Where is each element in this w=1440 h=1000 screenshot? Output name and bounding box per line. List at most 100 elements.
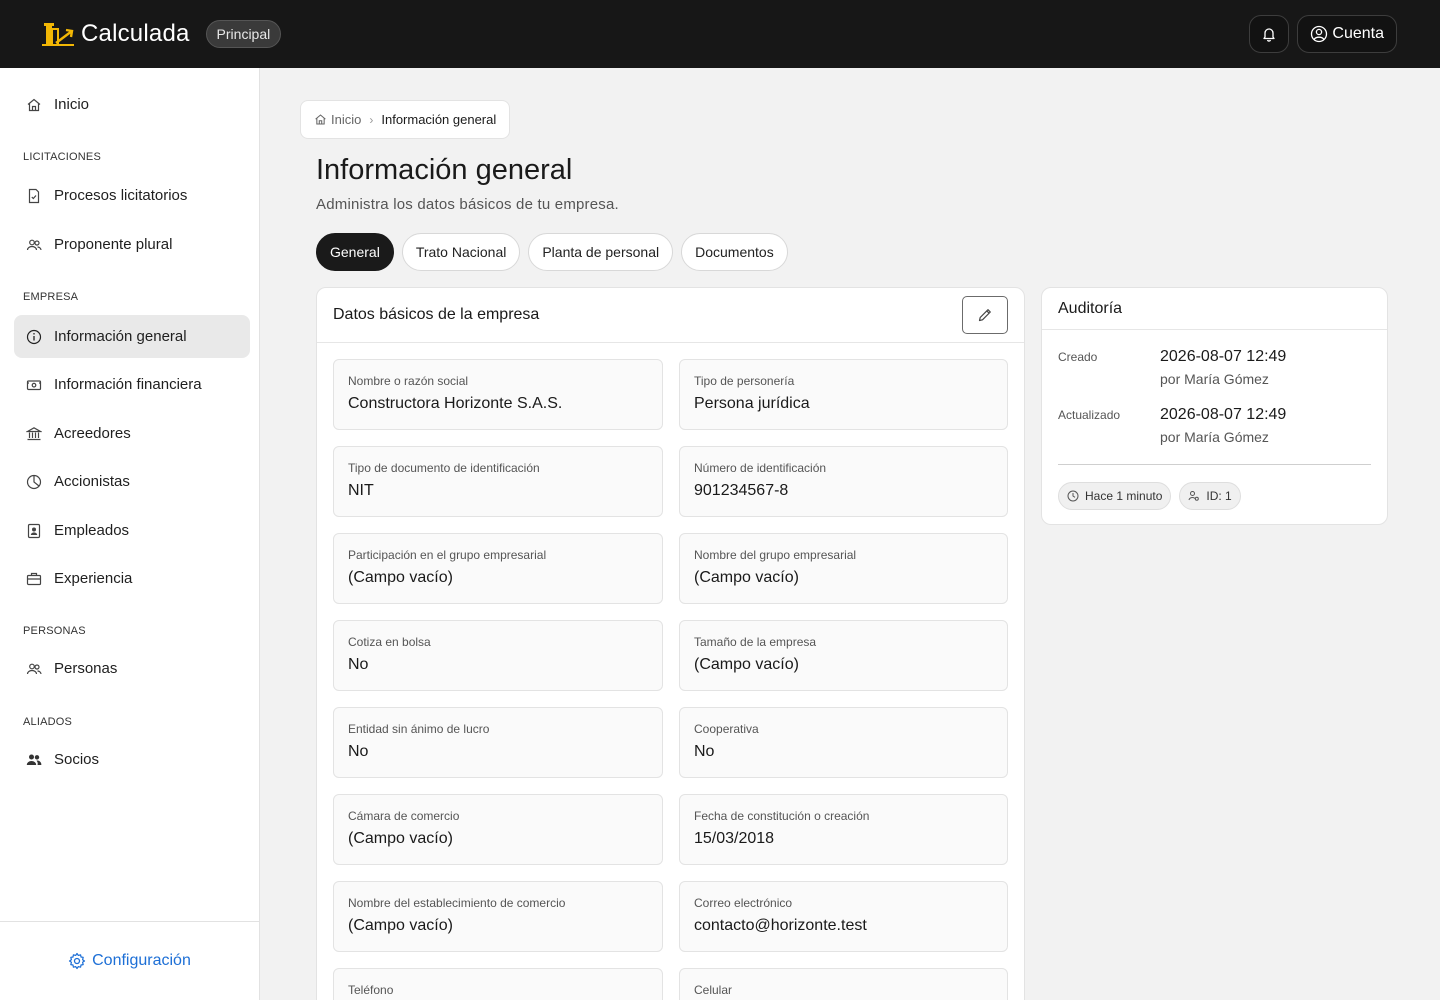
sidebar-item-label: Experiencia [54, 570, 133, 587]
field-label: Tipo de documento de identificación [348, 461, 540, 475]
sidebar-item-procesos-licitatorios[interactable]: Procesos licitatorios [14, 174, 250, 217]
user-circle-icon [1311, 25, 1328, 43]
field-value: No [694, 743, 715, 760]
brand[interactable]: Calculada [42, 20, 190, 48]
section-personas: PERSONAS [23, 625, 86, 637]
audit-created: Creado 2026-08-07 12:49 por María Gómez [1058, 348, 1286, 387]
sidebar-item-label: Inicio [54, 96, 90, 113]
field-label: Tamaño de la empresa [694, 635, 817, 649]
field-participacion-grupo: Participación en el grupo empresarial (Ca… [333, 533, 663, 604]
settings-label: Configuración [92, 952, 191, 969]
account-button[interactable]: Cuenta [1297, 15, 1397, 53]
settings-link[interactable]: Configuración [0, 921, 259, 1000]
field-nombre-razon-social: Nombre o razón social Constructora Horizo… [333, 359, 663, 430]
field-value: 901234567-8 [694, 482, 789, 499]
field-value: (Campo vacío) [694, 656, 799, 673]
sidebar-item-empleados[interactable]: Empleados [14, 509, 250, 552]
document-check-icon [26, 188, 42, 204]
app-name: Calculada [81, 20, 190, 47]
field-label: Nombre del establecimiento de comercio [348, 896, 566, 910]
sidebar: Inicio LICITACIONES Procesos licitatorio… [0, 68, 260, 1000]
field-value: (Campo vacío) [348, 569, 453, 586]
user-key-icon [1188, 491, 1200, 501]
section-empresa: EMPRESA [23, 291, 79, 303]
field-label: Nombre del grupo empresarial [694, 548, 857, 562]
field-value: No [348, 656, 369, 673]
home-icon [26, 97, 42, 113]
sidebar-item-label: Información general [54, 328, 187, 345]
users-icon [26, 661, 42, 677]
tab-trato-nacional[interactable]: Trato Nacional [401, 233, 521, 271]
field-label: Nombre o razón social [348, 374, 469, 388]
tab-planta-de-personal[interactable]: Planta de personal [528, 233, 674, 271]
section-aliados: ALIADOS [23, 716, 73, 728]
audit-updated: Actualizado 2026-08-07 12:49 por María G… [1058, 406, 1286, 445]
tab-bar: General Trato Nacional Planta de persona… [316, 233, 788, 271]
sidebar-item-label: Socios [54, 751, 100, 768]
field-cooperativa: Cooperativa No [679, 707, 1008, 778]
page-title: Información general [316, 154, 573, 186]
field-label: Cotiza en bolsa [348, 635, 431, 649]
breadcrumb-current: Información general [381, 112, 497, 127]
sidebar-item-proponente-plural[interactable]: Proponente plural [14, 223, 250, 266]
field-value: (Campo vacío) [694, 569, 799, 586]
info-icon [26, 329, 42, 345]
record-id-badge: ID: 1 [1179, 482, 1241, 510]
sidebar-item-informacion-financiera[interactable]: Información financiera [14, 363, 250, 406]
field-fecha-constitucion: Fecha de constitución o creación 15/03/20… [679, 794, 1008, 865]
audit-created-date: 2026-08-07 12:49 [1160, 348, 1287, 365]
field-label: Celular [694, 983, 733, 997]
notifications-button[interactable] [1249, 15, 1290, 53]
record-id-label: ID: 1 [1206, 489, 1232, 503]
sidebar-item-socios[interactable]: Socios [14, 738, 250, 781]
field-label: Entidad sin ánimo de lucro [348, 722, 490, 736]
relative-time-label: Hace 1 minuto [1085, 489, 1163, 503]
money-icon [26, 377, 42, 393]
bank-icon [26, 426, 42, 442]
chevron-right-icon: › [369, 112, 374, 127]
breadcrumb-home[interactable]: Inicio [314, 112, 361, 127]
field-tipo-personeria: Tipo de personería Persona jurídica [679, 359, 1008, 430]
audit-updated-label: Actualizado [1058, 408, 1121, 422]
field-label: Número de identificación [694, 461, 827, 475]
sidebar-item-personas[interactable]: Personas [14, 647, 250, 690]
sidebar-item-label: Empleados [54, 522, 130, 539]
audit-chips: Hace 1 minuto ID: 1 [1058, 482, 1241, 510]
field-correo-electronico: Correo electrónico contacto@horizonte.tes… [679, 881, 1008, 952]
environment-badge[interactable]: Principal [205, 20, 282, 48]
field-value: (Campo vacío) [348, 917, 453, 934]
tab-general[interactable]: General [316, 233, 394, 271]
sidebar-item-inicio[interactable]: Inicio [14, 83, 250, 126]
field-label: Tipo de personería [694, 374, 795, 388]
field-label: Participación en el grupo empresarial [348, 548, 547, 562]
sidebar-item-accionistas[interactable]: Accionistas [14, 460, 250, 503]
tab-documentos[interactable]: Documentos [681, 233, 788, 271]
users-icon [26, 237, 42, 253]
sidebar-item-informacion-general[interactable]: Información general [14, 315, 250, 358]
field-cotiza-bolsa: Cotiza en bolsa No [333, 620, 663, 691]
sidebar-item-acreedores[interactable]: Acreedores [14, 412, 250, 455]
audit-divider [1058, 464, 1371, 465]
company-basic-data-card: Datos básicos de la empresa Nombre o raz… [316, 287, 1025, 1000]
fields-grid: Nombre o razón social Constructora Horizo… [333, 359, 1008, 1000]
audit-created-by: por María Gómez [1160, 371, 1269, 387]
home-icon [315, 114, 326, 125]
field-value: 15/03/2018 [694, 830, 775, 847]
edit-button[interactable] [962, 296, 1008, 334]
breadcrumb-home-label: Inicio [331, 112, 362, 127]
breadcrumb: Inicio › Información general [300, 100, 511, 139]
field-value: Constructora Horizonte S.A.S. [348, 395, 563, 412]
relative-time-badge: Hace 1 minuto [1058, 482, 1172, 510]
pencil-icon [978, 309, 991, 322]
section-licitaciones: LICITACIONES [23, 151, 101, 163]
briefcase-icon [26, 571, 42, 587]
field-label: Correo electrónico [694, 896, 793, 910]
field-sin-animo-lucro: Entidad sin ánimo de lucro No [333, 707, 663, 778]
field-nombre-grupo: Nombre del grupo empresarial (Campo vacío… [679, 533, 1008, 604]
field-label: Teléfono [348, 983, 394, 997]
sidebar-item-experiencia[interactable]: Experiencia [14, 557, 250, 600]
logo-icon [42, 23, 74, 46]
sidebar-item-label: Accionistas [54, 473, 130, 490]
card-title: Datos básicos de la empresa [333, 306, 540, 323]
audit-updated-date: 2026-08-07 12:49 [1160, 406, 1287, 423]
